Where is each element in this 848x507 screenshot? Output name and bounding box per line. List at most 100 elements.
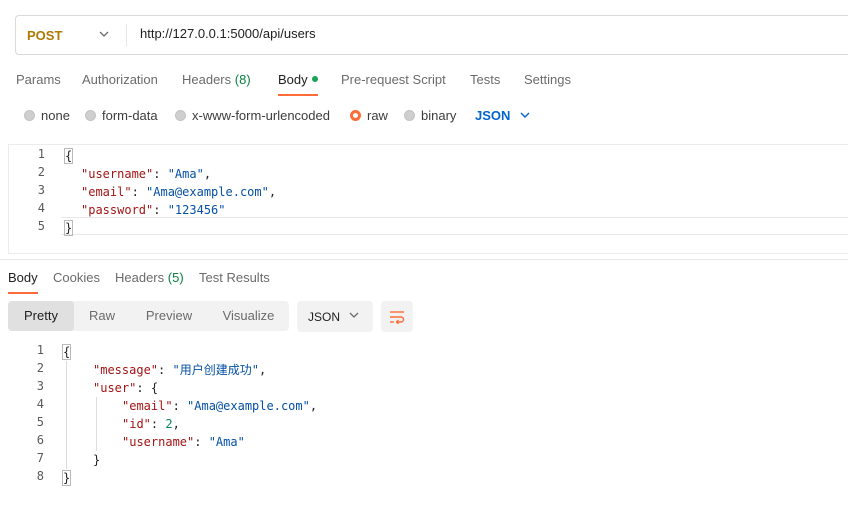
tab-headers-count: (8): [234, 72, 251, 87]
code-line: "id": 2,: [122, 415, 180, 433]
chevron-down-icon: [349, 312, 359, 318]
line-number: 1: [36, 343, 44, 357]
open-brace: {: [61, 344, 72, 360]
tab-body-label: Body: [278, 72, 308, 87]
chevron-down-icon: [520, 112, 530, 118]
code-line: "message": "用户创建成功",: [93, 361, 266, 379]
tab-tests-label: Tests: [470, 72, 501, 87]
view-raw-button[interactable]: Raw: [74, 301, 130, 331]
tab-pre-request-script[interactable]: Pre-request Script: [341, 72, 446, 96]
json-value: "用户创建成功": [172, 363, 259, 377]
tab-settings-label: Settings: [524, 72, 571, 87]
tab-body[interactable]: Body: [278, 72, 318, 96]
tab-authorization[interactable]: Authorization: [82, 72, 158, 96]
wrap-lines-button[interactable]: [381, 301, 413, 332]
json-comma: ,: [258, 363, 267, 377]
chevron-down-icon: [99, 31, 109, 37]
radio-form-data[interactable]: form-data: [85, 108, 158, 123]
open-brace: {: [150, 381, 159, 395]
line-number: 6: [36, 433, 44, 447]
response-format-label: JSON: [308, 309, 341, 324]
raw-format-select[interactable]: JSON: [475, 108, 530, 123]
radio-circle-icon: [24, 110, 35, 121]
json-value: 2: [165, 417, 173, 431]
line-number: 3: [36, 379, 44, 393]
json-colon: :: [150, 417, 166, 431]
line-number: 7: [36, 451, 44, 465]
json-colon: :: [136, 381, 151, 395]
json-key: "message": [93, 363, 159, 377]
json-key: "username": [122, 435, 195, 449]
tab-tests[interactable]: Tests: [470, 72, 500, 96]
code-line: "email": "Ama@example.com",: [122, 397, 317, 415]
json-colon: :: [172, 399, 188, 413]
close-brace: }: [93, 453, 101, 467]
code-line: }: [63, 219, 74, 237]
view-visualize-button[interactable]: Visualize: [208, 301, 289, 331]
url-divider: [126, 24, 127, 46]
json-value: "Ama": [208, 435, 245, 449]
json-comma: ,: [172, 417, 180, 431]
radio-none[interactable]: none: [24, 108, 70, 123]
radio-raw[interactable]: raw: [350, 108, 388, 123]
tab-headers[interactable]: Headers (8): [182, 72, 251, 96]
line-number: 2: [36, 361, 44, 375]
response-format-select[interactable]: JSON: [297, 301, 373, 332]
response-tab-body-label: Body: [8, 270, 38, 285]
line-number: 1: [37, 147, 45, 161]
json-key: "id": [122, 417, 151, 431]
radio-none-label: none: [41, 108, 70, 123]
url-bar: POST http://127.0.0.1:5000/api/users: [15, 15, 848, 55]
current-line-highlight: [61, 217, 848, 235]
json-colon: :: [194, 435, 209, 449]
radio-circle-icon: [404, 110, 415, 121]
json-value: "Ama": [167, 167, 204, 181]
response-tab-cookies[interactable]: Cookies: [53, 270, 100, 294]
line-number: 8: [36, 469, 44, 483]
json-key: "user": [93, 381, 137, 395]
json-comma: ,: [203, 167, 212, 181]
body-modified-dot-icon: [311, 76, 318, 82]
radio-selected-icon: [350, 110, 361, 121]
radio-urlencoded-label: x-www-form-urlencoded: [192, 108, 330, 123]
view-pretty-button[interactable]: Pretty: [8, 301, 74, 331]
view-preview-button[interactable]: Preview: [130, 301, 208, 331]
line-number: 4: [36, 397, 44, 411]
tab-params-label: Params: [16, 72, 61, 87]
json-key: "password": [81, 203, 154, 217]
json-key: "email": [81, 185, 132, 199]
indent-guide: [66, 361, 67, 469]
json-value: "Ama@example.com": [146, 185, 269, 199]
line-number: 3: [37, 183, 45, 197]
response-tab-headers[interactable]: Headers (5): [115, 270, 184, 294]
radio-urlencoded[interactable]: x-www-form-urlencoded: [175, 108, 330, 123]
request-body-editor[interactable]: 1 2 3 4 5 { "username": "Ama", "email": …: [8, 144, 848, 254]
tab-headers-label: Headers: [182, 72, 232, 87]
code-line: }: [93, 451, 100, 469]
response-tab-cookies-label: Cookies: [53, 270, 100, 285]
response-tab-body[interactable]: Body: [8, 270, 38, 294]
code-line: "user": {: [93, 379, 158, 397]
code-line: "username": "Ama",: [81, 165, 211, 183]
code-line: "password": "123456": [81, 201, 226, 219]
line-number: 2: [37, 165, 45, 179]
radio-circle-icon: [175, 110, 186, 121]
radio-raw-label: raw: [367, 108, 388, 123]
line-number: 4: [37, 201, 45, 215]
code-line: {: [63, 147, 74, 165]
radio-binary[interactable]: binary: [404, 108, 456, 123]
url-input[interactable]: http://127.0.0.1:5000/api/users: [140, 26, 316, 41]
tab-params[interactable]: Params: [16, 72, 61, 96]
pane-divider[interactable]: [0, 259, 848, 260]
tab-settings[interactable]: Settings: [524, 72, 571, 96]
method-label: POST: [27, 27, 63, 43]
radio-binary-label: binary: [421, 108, 457, 123]
tab-pre-request-script-label: Pre-request Script: [341, 72, 446, 87]
method-select[interactable]: POST: [16, 16, 128, 54]
close-brace: }: [61, 470, 72, 486]
json-colon: :: [153, 203, 168, 217]
response-tab-test-results[interactable]: Test Results: [199, 270, 270, 294]
response-body-viewer[interactable]: 1 2 3 4 5 6 7 8 { "message": "用户创建成功", "…: [0, 343, 848, 493]
json-key: "username": [81, 167, 154, 181]
code-line: {: [61, 343, 72, 361]
